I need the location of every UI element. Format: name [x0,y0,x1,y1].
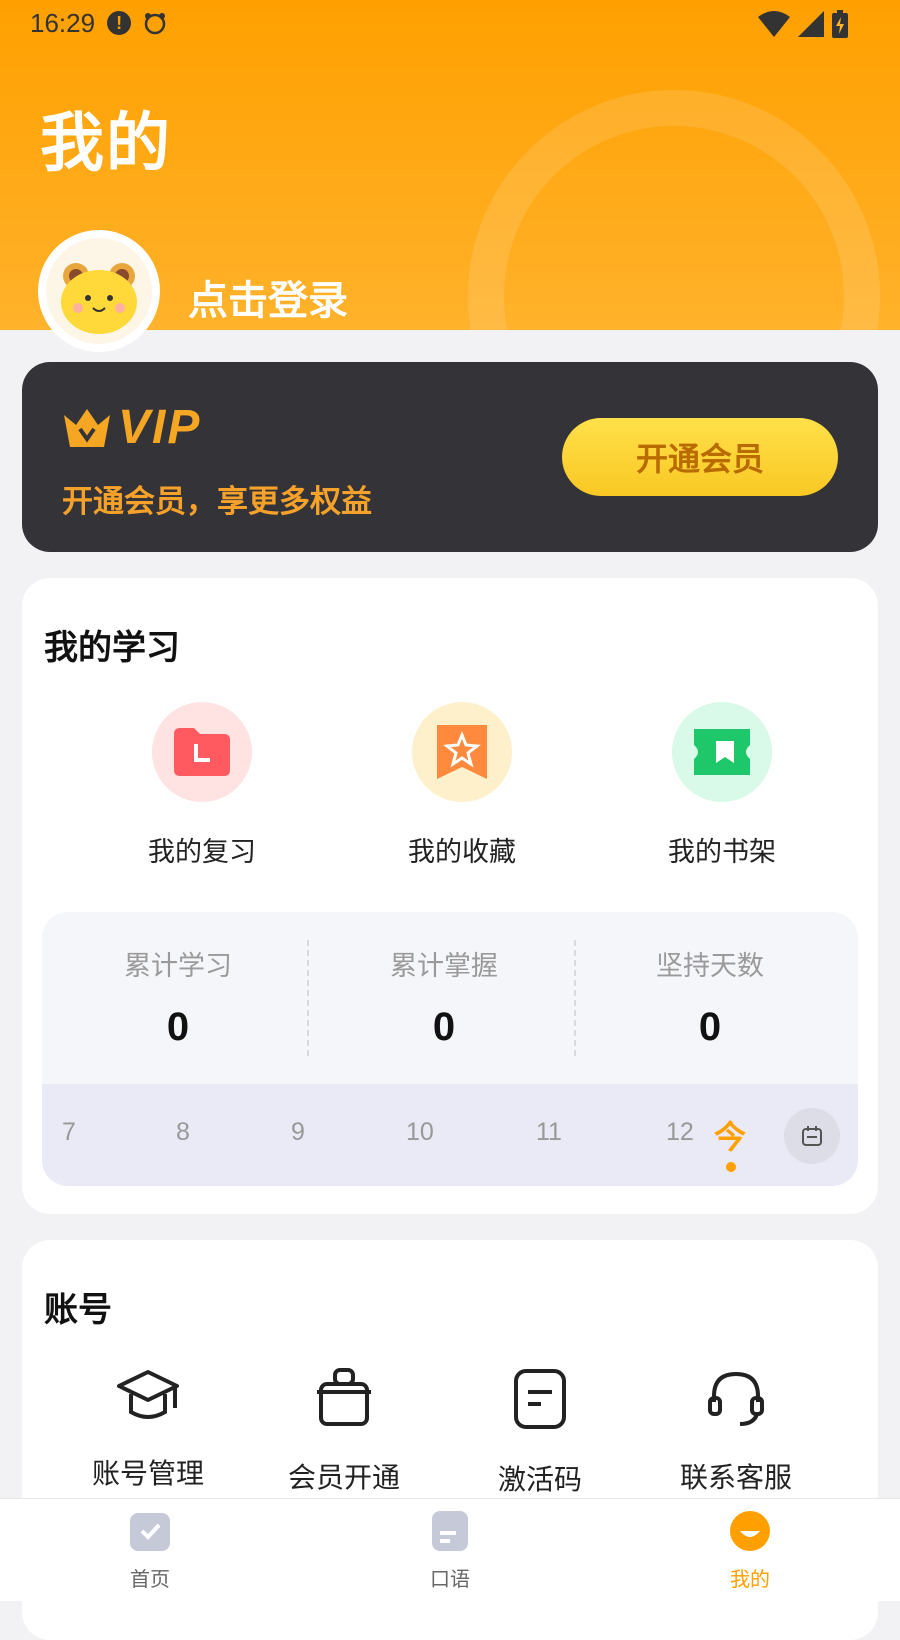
battery-icon [832,10,848,38]
tab-label: 首页 [130,1567,170,1591]
vip-logo: VIP [62,400,201,455]
folder-icon [152,702,252,802]
customer-service-entry[interactable]: 联系客服 [636,1368,836,1496]
tab-speaking[interactable]: 口语 [390,1509,510,1592]
calendar-day[interactable]: 7 [62,1118,76,1147]
account-management-entry[interactable]: 账号管理 [48,1368,248,1492]
calendar-day[interactable]: 11 [536,1118,562,1147]
wifi-icon [758,11,790,37]
membership-label: 会员开通 [287,1461,400,1494]
open-membership-button[interactable]: 开通会员 [562,418,838,496]
stat-label: 坚持天数 [656,951,764,982]
study-stats-panel: 累计学习 0 累计掌握 0 坚持天数 0 7 8 9 10 11 12 今 [42,912,858,1186]
book-ticket-icon [672,702,772,802]
vip-banner[interactable]: VIP 开通会员，享更多权益 开通会员 [22,362,878,552]
graduation-cap-icon [117,1370,179,1419]
status-time: 16:29 [30,7,96,38]
alert-icon: ! [107,11,132,35]
activation-code-label: 激活码 [497,1463,582,1496]
my-bookshelf-label: 我的书架 [668,837,776,868]
bear-notification-icon [143,11,167,35]
headset-icon [708,1371,764,1426]
tab-label: 口语 [430,1567,470,1591]
today-indicator-dot [726,1162,736,1172]
my-favorites-entry[interactable]: 我的收藏 [362,702,562,869]
status-icons [758,10,848,38]
stat-label: 累计学习 [124,951,232,982]
stat-value: 0 [432,1005,456,1049]
home-clipboard-icon [130,1513,170,1551]
login-link[interactable]: 点击登录 [188,268,348,326]
avatar[interactable] [38,230,160,352]
stat-total-study: 累计学习 0 [42,912,314,1084]
calendar-day[interactable]: 9 [291,1118,305,1147]
mine-face-icon [730,1511,770,1551]
my-study-card: 我的学习 我的复习 我的收藏 我的书架 累计学习 0 累计掌握 0 坚持天数 0 [22,578,878,1214]
tab-label: 我的 [730,1567,770,1591]
tab-home[interactable]: 首页 [90,1509,210,1592]
calendar-button[interactable] [784,1108,840,1164]
calendar-icon [802,1126,822,1146]
tab-mine[interactable]: 我的 [690,1509,810,1592]
stat-value: 0 [166,1005,190,1049]
status-bar: 16:29 ! [30,8,167,38]
my-favorites-label: 我的收藏 [408,837,516,868]
bear-avatar-icon [46,238,152,344]
membership-entry[interactable]: 会员开通 [244,1368,444,1496]
my-review-entry[interactable]: 我的复习 [102,702,302,869]
stat-label: 累计掌握 [390,951,498,982]
activation-code-entry[interactable]: 激活码 [440,1368,640,1498]
week-calendar-strip: 7 8 9 10 11 12 今 [42,1084,858,1186]
stat-streak-days: 坚持天数 0 [574,912,846,1084]
header-decoration [468,90,880,330]
account-title: 账号 [44,1290,112,1330]
calendar-today[interactable]: 今 [714,1112,746,1158]
customer-service-label: 联系客服 [679,1461,792,1494]
my-bookshelf-entry[interactable]: 我的书架 [622,702,822,869]
document-icon [514,1369,566,1429]
stat-value: 0 [698,1005,722,1049]
my-review-label: 我的复习 [148,837,256,868]
stat-total-mastered: 累计掌握 0 [308,912,580,1084]
signal-icon [798,11,824,37]
my-study-title: 我的学习 [44,628,180,668]
crown-icon [64,408,110,447]
star-bookmark-icon [412,702,512,802]
vip-logo-text: VIP [118,401,202,454]
calendar-day[interactable]: 10 [406,1118,434,1147]
vip-subtitle: 开通会员，享更多权益 [62,484,372,520]
calendar-day[interactable]: 12 [666,1118,694,1147]
bottom-tab-bar: 首页 口语 我的 [0,1498,900,1601]
speaking-doc-icon [432,1511,468,1551]
page-title: 我的 [40,107,172,181]
calendar-day[interactable]: 8 [176,1118,190,1147]
account-management-label: 账号管理 [91,1457,204,1490]
bag-icon [317,1368,371,1426]
